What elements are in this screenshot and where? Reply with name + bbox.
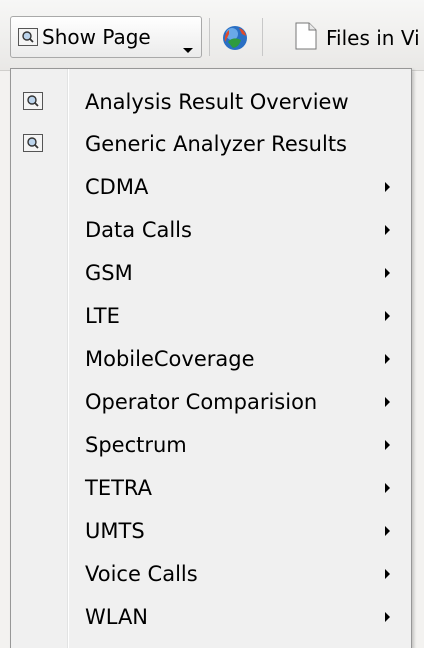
submenu-arrow-icon [385, 182, 390, 192]
submenu-arrow-icon [385, 225, 390, 235]
menu-item-label: WLAN [85, 605, 149, 629]
menu-item-label: Spectrum [85, 433, 187, 457]
menu-item-tetra[interactable]: TETRA [11, 469, 411, 507]
toolbar-separator [262, 18, 263, 56]
magnifier-icon [17, 27, 39, 47]
show-page-label: Show Page [42, 25, 151, 49]
dropdown-arrow-icon [183, 48, 193, 53]
files-in-view-button[interactable]: Files in Vi [294, 18, 420, 58]
menu-item-label: TETRA [85, 476, 153, 500]
menu-item-label: LTE [85, 304, 120, 328]
refresh-button[interactable] [219, 22, 251, 54]
menu-item-gsm[interactable]: GSM [11, 254, 411, 292]
menu-item-label: GSM [85, 261, 133, 285]
globe-refresh-icon [223, 26, 247, 50]
files-in-view-label: Files in Vi [326, 26, 420, 50]
show-page-dropdown-menu: Analysis Result Overview Generic Analyze… [10, 68, 412, 648]
menu-item-label: Data Calls [85, 218, 192, 242]
submenu-arrow-icon [385, 311, 390, 321]
magnifier-icon [23, 134, 45, 154]
document-icon [294, 22, 318, 54]
menu-item-operator-comparision[interactable]: Operator Comparision [11, 383, 411, 421]
menu-item-lte[interactable]: LTE [11, 297, 411, 335]
menu-item-label: Analysis Result Overview [85, 90, 349, 114]
submenu-arrow-icon [385, 397, 390, 407]
menu-item-umts[interactable]: UMTS [11, 512, 411, 550]
menu-item-generic-analyzer-results[interactable]: Generic Analyzer Results [11, 125, 411, 163]
menu-item-cdma[interactable]: CDMA [11, 168, 411, 206]
menu-item-label: UMTS [85, 519, 145, 543]
submenu-arrow-icon [385, 569, 390, 579]
menu-item-label: Voice Calls [85, 562, 198, 586]
menu-item-label: Operator Comparision [85, 390, 318, 414]
menu-item-wlan[interactable]: WLAN [11, 598, 411, 636]
menu-item-spectrum[interactable]: Spectrum [11, 426, 411, 464]
menu-item-mobilecoverage[interactable]: MobileCoverage [11, 340, 411, 378]
submenu-arrow-icon [385, 440, 390, 450]
menu-item-analysis-result-overview[interactable]: Analysis Result Overview [11, 83, 411, 121]
submenu-arrow-icon [385, 268, 390, 278]
menu-item-label: Generic Analyzer Results [85, 132, 347, 156]
menu-item-label: MobileCoverage [85, 347, 255, 371]
submenu-arrow-icon [385, 483, 390, 493]
menu-item-voice-calls[interactable]: Voice Calls [11, 555, 411, 593]
submenu-arrow-icon [385, 526, 390, 536]
show-page-button[interactable]: Show Page [10, 16, 202, 58]
toolbar: Show Page Files in Vi [0, 0, 424, 71]
submenu-arrow-icon [385, 354, 390, 364]
magnifier-icon [23, 92, 45, 112]
menu-item-label: CDMA [85, 175, 149, 199]
menu-item-data-calls[interactable]: Data Calls [11, 211, 411, 249]
toolbar-separator [209, 18, 210, 56]
submenu-arrow-icon [385, 612, 390, 622]
